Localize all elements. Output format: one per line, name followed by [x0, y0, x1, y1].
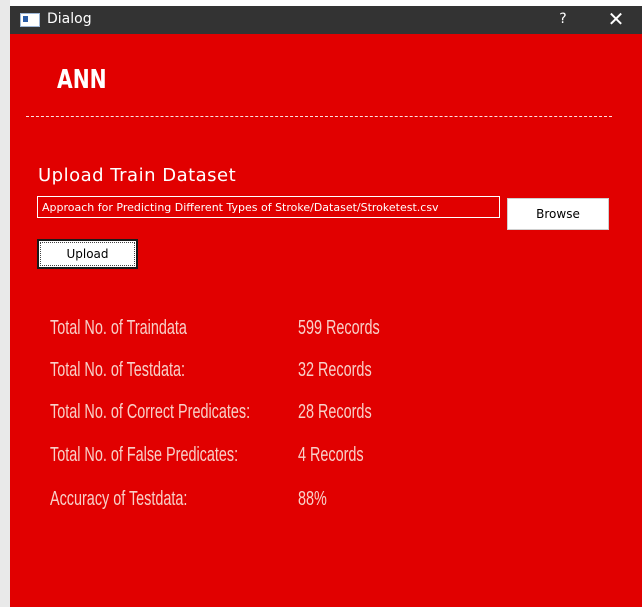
app-window-icon: [20, 13, 40, 27]
stat-label-accuracy: Accuracy of Testdata:: [50, 488, 188, 510]
upload-button[interactable]: Upload: [37, 239, 138, 269]
upload-train-dataset-label: Upload Train Dataset: [38, 165, 237, 186]
help-button[interactable]: ?: [555, 11, 571, 27]
page-title: ANN: [57, 65, 107, 95]
stat-value-false-predicates: 4 Records: [298, 444, 364, 466]
stat-value-traindata: 599 Records: [298, 317, 380, 339]
stat-label-testdata: Total No. of Testdata:: [50, 359, 186, 381]
stat-label-correct-predicates: Total No. of Correct Predicates:: [50, 401, 251, 423]
stat-label-traindata: Total No. of Traindata: [50, 317, 187, 339]
close-button[interactable]: ✕: [604, 7, 628, 31]
stat-value-testdata: 32 Records: [298, 359, 372, 381]
title-bar: Dialog ? ✕: [10, 6, 642, 34]
background-window-strip: [0, 0, 10, 607]
dataset-path-input[interactable]: [37, 196, 500, 218]
window-title: Dialog: [47, 11, 92, 27]
stat-value-correct-predicates: 28 Records: [298, 401, 372, 423]
divider: [26, 116, 612, 117]
stat-value-accuracy: 88%: [298, 488, 327, 510]
browse-button[interactable]: Browse: [507, 198, 609, 230]
stat-label-false-predicates: Total No. of False Predicates:: [50, 444, 239, 466]
dialog-window: Dialog ? ✕ ANN Upload Train Dataset Brow…: [10, 6, 642, 607]
